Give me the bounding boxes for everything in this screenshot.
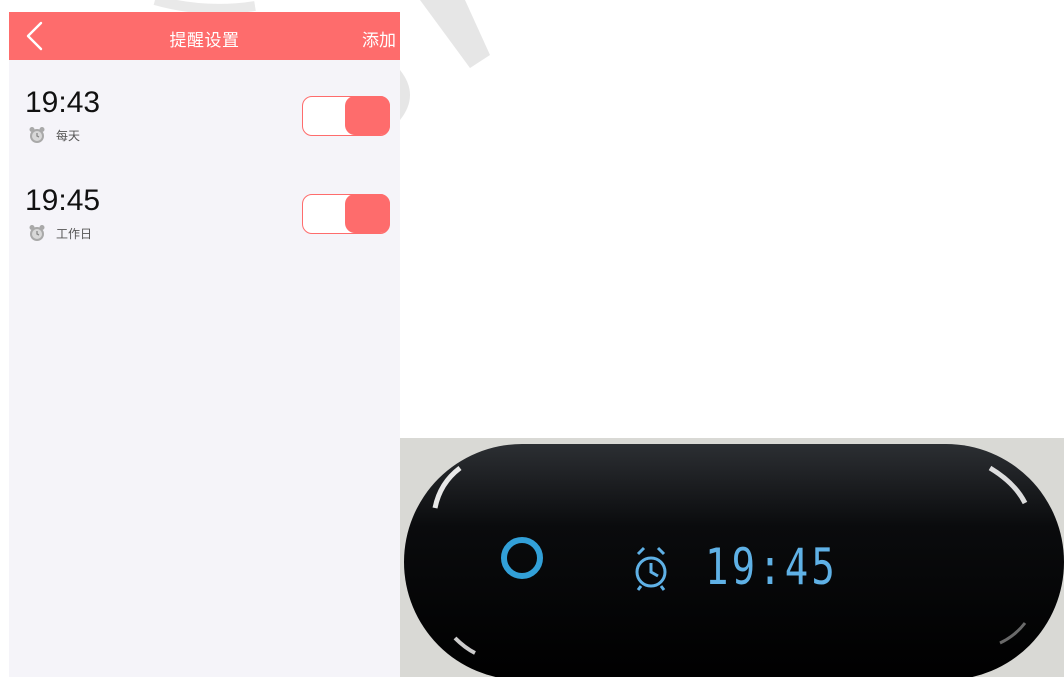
alarm-repeat-label: 工作日 (56, 226, 93, 241)
alarm-toggle[interactable] (302, 194, 390, 234)
alarm-time: 19:43 (25, 86, 101, 119)
alarm-clock-icon (29, 225, 45, 241)
alarm-clock-icon (29, 127, 45, 143)
alarm-toggle[interactable] (302, 96, 390, 136)
toggle-knob (345, 194, 390, 233)
top-bar: 提醒设置 添加 (9, 12, 400, 60)
add-button[interactable]: 添加 (362, 26, 396, 51)
phone-screen: 提醒设置 添加 19:43 每天 19:45 工作日 (9, 12, 400, 677)
toggle-knob (345, 96, 390, 135)
alarm-item[interactable]: 19:43 每天 (9, 86, 400, 166)
alarm-time: 19:45 (25, 184, 101, 217)
page-title: 提醒设置 (169, 31, 240, 51)
device-time-display: 19:45 (705, 538, 839, 596)
alarm-item[interactable]: 19:45 工作日 (9, 184, 400, 264)
alarm-repeat-label: 每天 (56, 128, 81, 143)
device-photo: 19:45 (400, 438, 1064, 677)
